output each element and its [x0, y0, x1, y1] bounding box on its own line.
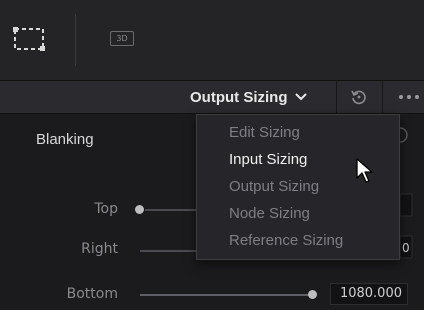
transform-tool-icon[interactable] — [12, 26, 46, 52]
bottom-value-field[interactable]: 1080.000 — [330, 283, 408, 305]
menu-item-edit-sizing[interactable]: Edit Sizing — [197, 119, 399, 146]
blanking-section-label: Blanking — [36, 131, 94, 148]
chevron-down-icon — [295, 93, 308, 101]
bottom-slider-track[interactable] — [140, 294, 312, 296]
menu-item-reference-sizing[interactable]: Reference Sizing — [197, 227, 399, 254]
reset-icon[interactable] — [350, 88, 368, 106]
bottom-slider-knob[interactable] — [308, 290, 317, 299]
top-label: Top — [94, 201, 118, 217]
right-label: Right — [81, 241, 118, 257]
3d-toggle-button[interactable]: 3D — [110, 31, 134, 46]
header-divider — [336, 81, 337, 113]
sizing-mode-menu: Edit Sizing Input Sizing Output Sizing N… — [196, 114, 400, 260]
hidden-controls-edge: 0 — [399, 127, 413, 259]
toolbar-divider — [75, 14, 76, 66]
mouse-pointer-icon — [356, 158, 373, 183]
menu-item-node-sizing[interactable]: Node Sizing — [197, 200, 399, 227]
sizing-mode-label: Output Sizing — [190, 88, 288, 106]
viewer-toolbar: 3D — [0, 0, 424, 80]
bottom-label: Bottom — [66, 286, 118, 302]
panel-header: Output Sizing — [0, 80, 424, 114]
top-slider-knob[interactable] — [135, 205, 144, 214]
svg-text:0: 0 — [402, 241, 410, 255]
right-slider-track[interactable] — [140, 250, 200, 252]
header-divider — [382, 81, 383, 113]
sizing-mode-dropdown[interactable]: Output Sizing — [190, 81, 308, 113]
more-options-icon[interactable] — [398, 94, 424, 100]
